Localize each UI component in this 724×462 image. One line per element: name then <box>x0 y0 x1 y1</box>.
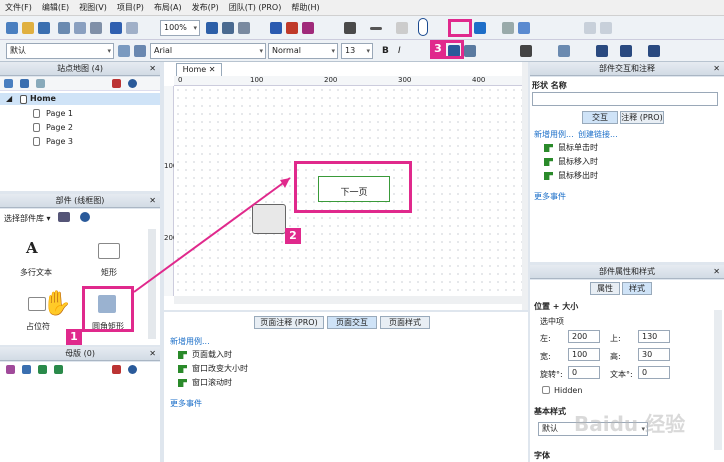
tab-page-interactions[interactable]: 页面交互 <box>327 316 377 329</box>
event-on-click[interactable]: 鼠标单击时 <box>544 143 598 153</box>
page-more-events-link[interactable]: 更多事件 <box>170 398 202 409</box>
props-title: 部件属性和样式 <box>599 267 655 276</box>
tab-style[interactable]: 样式 <box>622 282 652 295</box>
tab-notes[interactable]: 注释 (PRO) <box>620 111 664 124</box>
new-case-link[interactable]: 新增用例... <box>534 129 574 140</box>
top-input[interactable]: 130 <box>638 330 670 343</box>
page-new-case-link[interactable]: 新增用例... <box>170 336 210 347</box>
close-icon[interactable]: ✕ <box>713 265 720 279</box>
tab-interactions[interactable]: 交互 <box>582 111 618 124</box>
more-events-link[interactable]: 更多事件 <box>534 191 566 202</box>
left-input[interactable]: 200 <box>568 330 600 343</box>
interactions-panel: 形状 名称 交互 注释 (PRO) 新增用例... 创建链接... 鼠标单击时 … <box>530 77 724 262</box>
text-rotate-input[interactable]: 0 <box>638 366 670 379</box>
create-link-link[interactable]: 创建链接... <box>578 129 618 140</box>
tab-page-style[interactable]: 页面样式 <box>380 316 430 329</box>
hidden-checkbox[interactable] <box>542 386 550 394</box>
close-icon[interactable]: ✕ <box>713 62 720 76</box>
event-mouse-enter[interactable]: 鼠标移入时 <box>544 157 598 167</box>
props-header: 部件属性和样式 ✕ <box>530 265 724 279</box>
height-label: 高: <box>610 352 621 361</box>
interactions-header: 部件交互和注释 ✕ <box>530 62 724 76</box>
event-mouse-leave[interactable]: 鼠标移出时 <box>544 171 598 181</box>
horizontal-scrollbar[interactable] <box>174 296 522 304</box>
shape-name-label: 形状 名称 <box>532 81 567 90</box>
scrollbar[interactable] <box>714 310 722 450</box>
hidden-label: Hidden <box>554 386 583 395</box>
vertical-scrollbar[interactable] <box>522 62 528 310</box>
tab-properties[interactable]: 属性 <box>590 282 620 295</box>
page-props-panel: 页面注释 (PRO) 页面交互 页面样式 新增用例... 页面载入时 窗口改变大… <box>164 312 528 462</box>
width-label: 宽: <box>540 352 551 361</box>
interactions-title: 部件交互和注释 <box>599 64 655 73</box>
top-label: 上: <box>610 334 621 343</box>
rotate-input[interactable]: 0 <box>568 366 600 379</box>
rotate-label: 旋转°: <box>540 370 563 379</box>
width-input[interactable]: 100 <box>568 348 600 361</box>
font-section[interactable]: 字体 <box>534 450 550 461</box>
tab-page-notes[interactable]: 页面注释 (PRO) <box>254 316 324 329</box>
event-page-load[interactable]: 页面载入时 <box>178 350 232 360</box>
position-size-section[interactable]: 位置 + 大小 <box>534 301 578 312</box>
left-label: 左: <box>540 334 551 343</box>
event-window-scroll[interactable]: 窗口滚动时 <box>178 378 232 388</box>
watermark: Baidu 经验 <box>574 412 686 436</box>
base-style-section[interactable]: 基本样式 <box>534 406 566 417</box>
selected-label: 选中项 <box>540 317 564 326</box>
height-input[interactable]: 30 <box>638 348 670 361</box>
event-window-resize[interactable]: 窗口改变大小时 <box>178 364 248 374</box>
shape-name-input[interactable] <box>532 92 718 106</box>
text-rotate-label: 文本°: <box>610 370 633 379</box>
